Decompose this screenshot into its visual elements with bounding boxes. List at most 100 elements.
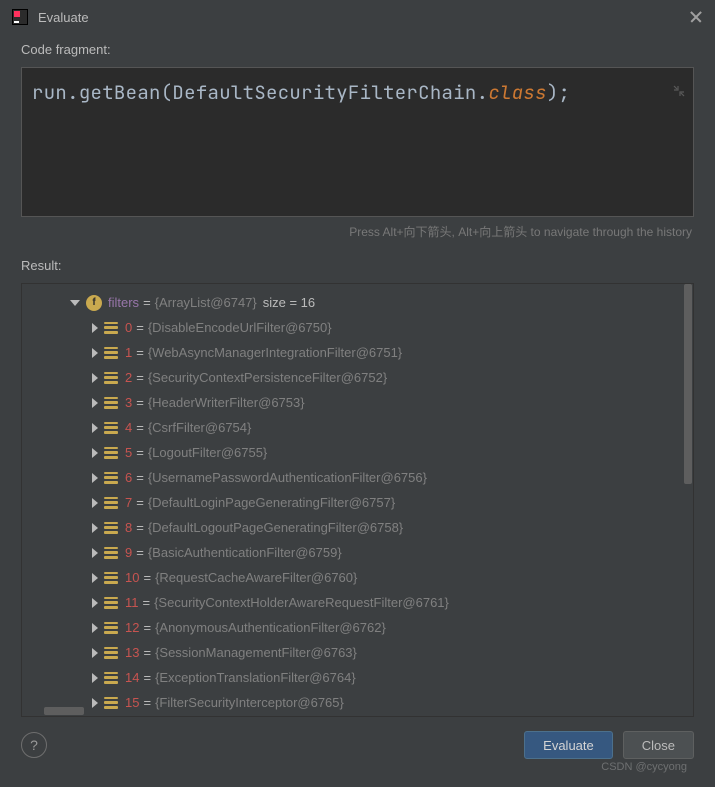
result-label: Result: (21, 258, 694, 273)
array-element-icon (104, 572, 118, 584)
var-value: {UsernamePasswordAuthenticationFilter@67… (148, 470, 427, 485)
tree-row[interactable]: 4 = {CsrfFilter@6754} (22, 415, 693, 440)
expand-arrow-icon[interactable] (92, 598, 98, 608)
index: 1 (125, 345, 132, 360)
expand-arrow-icon[interactable] (92, 498, 98, 508)
collapse-icon[interactable] (673, 78, 685, 90)
array-element-icon (104, 597, 118, 609)
var-name: filters (108, 295, 139, 310)
tree-row[interactable]: 0 = {DisableEncodeUrlFilter@6750} (22, 315, 693, 340)
var-value: {ExceptionTranslationFilter@6764} (155, 670, 356, 685)
expand-arrow-icon[interactable] (92, 548, 98, 558)
expand-arrow-icon[interactable] (92, 648, 98, 658)
tree-parent-row[interactable]: f filters = {ArrayList@6747} size = 16 (22, 290, 693, 315)
tree-row[interactable]: 2 = {SecurityContextPersistenceFilter@67… (22, 365, 693, 390)
size-label: size = 16 (263, 295, 315, 310)
code-fragment-label: Code fragment: (21, 42, 694, 57)
tree-row[interactable]: 7 = {DefaultLoginPageGeneratingFilter@67… (22, 490, 693, 515)
array-element-icon (104, 522, 118, 534)
intellij-icon (12, 9, 28, 25)
array-element-icon (104, 347, 118, 359)
array-element-icon (104, 397, 118, 409)
expand-arrow-icon[interactable] (92, 348, 98, 358)
expand-arrow-icon[interactable] (92, 473, 98, 483)
tree-row[interactable]: 11 = {SecurityContextHolderAwareRequestF… (22, 590, 693, 615)
var-value: {DefaultLogoutPageGeneratingFilter@6758} (148, 520, 403, 535)
array-element-icon (104, 372, 118, 384)
result-tree[interactable]: f filters = {ArrayList@6747} size = 16 0… (21, 283, 694, 717)
array-element-icon (104, 672, 118, 684)
tree-row[interactable]: 6 = {UsernamePasswordAuthenticationFilte… (22, 465, 693, 490)
close-icon[interactable] (689, 10, 703, 24)
equals: = (143, 295, 151, 310)
vertical-scrollbar[interactable] (683, 284, 693, 716)
array-element-icon (104, 472, 118, 484)
expand-arrow-icon[interactable] (70, 300, 80, 306)
var-value: {BasicAuthenticationFilter@6759} (148, 545, 342, 560)
expand-arrow-icon[interactable] (92, 323, 98, 333)
tree-row[interactable]: 13 = {SessionManagementFilter@6763} (22, 640, 693, 665)
var-value: {WebAsyncManagerIntegrationFilter@6751} (148, 345, 402, 360)
array-element-icon (104, 547, 118, 559)
tree-row[interactable]: 8 = {DefaultLogoutPageGeneratingFilter@6… (22, 515, 693, 540)
index: 13 (125, 645, 139, 660)
tree-row[interactable]: 5 = {LogoutFilter@6755} (22, 440, 693, 465)
var-value: {RequestCacheAwareFilter@6760} (155, 570, 357, 585)
code-fragment-editor[interactable]: run.getBean(DefaultSecurityFilterChain.c… (21, 67, 694, 217)
history-hint: Press Alt+向下箭头, Alt+向上箭头 to navigate thr… (21, 217, 694, 250)
var-value: {SessionManagementFilter@6763} (155, 645, 357, 660)
array-element-icon (104, 497, 118, 509)
expand-arrow-icon[interactable] (92, 373, 98, 383)
index: 3 (125, 395, 132, 410)
index: 7 (125, 495, 132, 510)
evaluate-button[interactable]: Evaluate (524, 731, 613, 759)
window-title: Evaluate (38, 10, 89, 25)
var-value: {DefaultLoginPageGeneratingFilter@6757} (148, 495, 395, 510)
bottom-bar: ? Evaluate Close (0, 717, 715, 773)
expand-arrow-icon[interactable] (92, 573, 98, 583)
horizontal-scrollbar[interactable] (22, 706, 681, 716)
index: 14 (125, 670, 139, 685)
array-element-icon (104, 322, 118, 334)
array-element-icon (104, 447, 118, 459)
tree-row[interactable]: 10 = {RequestCacheAwareFilter@6760} (22, 565, 693, 590)
index: 10 (125, 570, 139, 585)
var-value: {HeaderWriterFilter@6753} (148, 395, 305, 410)
tree-row[interactable]: 1 = {WebAsyncManagerIntegrationFilter@67… (22, 340, 693, 365)
var-value: {ArrayList@6747} (155, 295, 257, 310)
close-button[interactable]: Close (623, 731, 694, 759)
help-button[interactable]: ? (21, 732, 47, 758)
var-value: {DisableEncodeUrlFilter@6750} (148, 320, 332, 335)
index: 8 (125, 520, 132, 535)
index: 11 (125, 595, 139, 610)
title-bar: Evaluate (0, 0, 715, 34)
var-value: {AnonymousAuthenticationFilter@6762} (155, 620, 386, 635)
tree-row[interactable]: 12 = {AnonymousAuthenticationFilter@6762… (22, 615, 693, 640)
index: 5 (125, 445, 132, 460)
index: 2 (125, 370, 132, 385)
array-element-icon (104, 647, 118, 659)
index: 6 (125, 470, 132, 485)
var-value: {SecurityContextHolderAwareRequestFilter… (154, 595, 449, 610)
array-element-icon (104, 422, 118, 434)
field-icon: f (86, 295, 102, 311)
expand-arrow-icon[interactable] (92, 523, 98, 533)
var-value: {SecurityContextPersistenceFilter@6752} (148, 370, 387, 385)
tree-row[interactable]: 9 = {BasicAuthenticationFilter@6759} (22, 540, 693, 565)
tree-row[interactable]: 3 = {HeaderWriterFilter@6753} (22, 390, 693, 415)
tree-row[interactable]: 14 = {ExceptionTranslationFilter@6764} (22, 665, 693, 690)
array-element-icon (104, 622, 118, 634)
scrollbar-thumb[interactable] (44, 707, 84, 715)
code-line: run.getBean(DefaultSecurityFilterChain.c… (32, 80, 683, 105)
expand-arrow-icon[interactable] (92, 673, 98, 683)
expand-arrow-icon[interactable] (92, 423, 98, 433)
scrollbar-thumb[interactable] (684, 284, 692, 484)
index: 9 (125, 545, 132, 560)
var-value: {LogoutFilter@6755} (148, 445, 267, 460)
expand-arrow-icon[interactable] (92, 398, 98, 408)
expand-arrow-icon[interactable] (92, 448, 98, 458)
index: 4 (125, 420, 132, 435)
index: 12 (125, 620, 139, 635)
index: 0 (125, 320, 132, 335)
expand-arrow-icon[interactable] (92, 623, 98, 633)
